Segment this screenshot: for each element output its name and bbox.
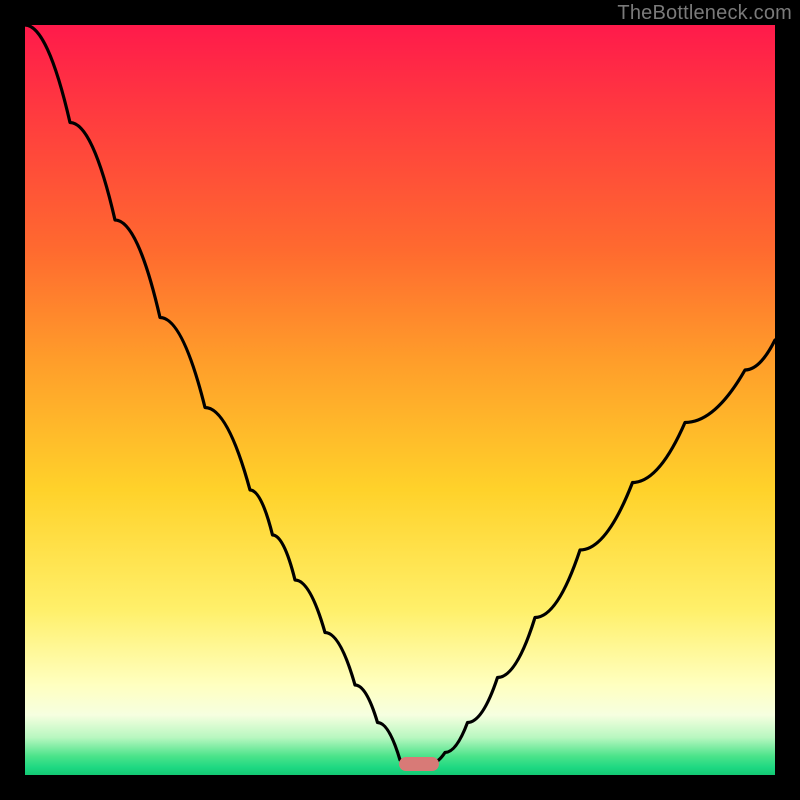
bottleneck-curve <box>25 25 775 775</box>
vertex-marker <box>399 757 439 771</box>
plot-area <box>25 25 775 775</box>
watermark-text: TheBottleneck.com <box>617 2 792 25</box>
chart-frame: TheBottleneck.com <box>0 0 800 800</box>
